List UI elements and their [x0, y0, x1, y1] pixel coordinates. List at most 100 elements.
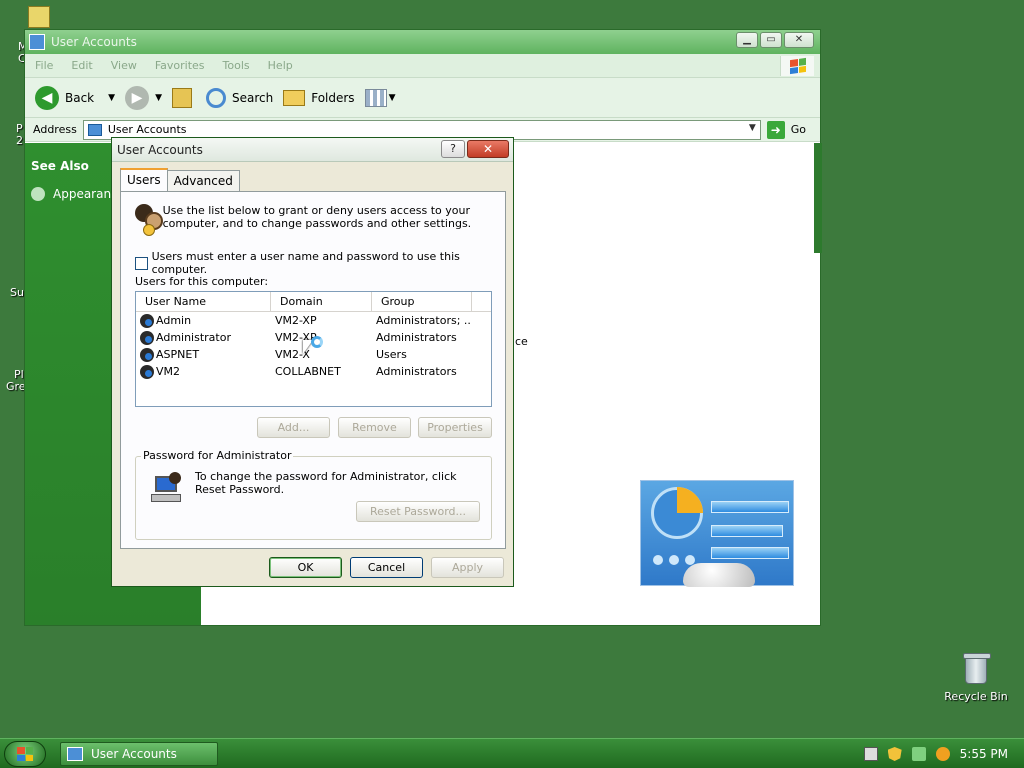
- address-label: Address: [33, 123, 77, 136]
- go-arrow-icon: ➜: [766, 120, 785, 139]
- minimize-button[interactable]: ▁: [736, 32, 758, 48]
- close-button[interactable]: ✕: [784, 32, 814, 48]
- bar-graphic: [711, 501, 789, 513]
- users-keys-icon: [135, 204, 163, 236]
- menu-favorites[interactable]: Favorites: [155, 59, 205, 72]
- require-login-label: Users must enter a user name and passwor…: [151, 250, 460, 276]
- views-dropdown-icon[interactable]: ▼: [389, 93, 396, 103]
- update-icon[interactable]: [935, 747, 950, 761]
- decorative-strip: [814, 143, 822, 253]
- users-tab-panel: Use the list below to grant or deny user…: [120, 191, 506, 549]
- require-login-checkbox[interactable]: Users must enter a user name and passwor…: [135, 250, 505, 276]
- network-icon[interactable]: [911, 747, 926, 761]
- reset-password-button[interactable]: Reset Password...: [356, 501, 480, 522]
- user-group: Administrators; ...: [376, 314, 472, 327]
- tab-advanced[interactable]: Advanced: [166, 170, 240, 192]
- user-accounts-icon: [29, 34, 45, 50]
- dot-graphic: [653, 555, 663, 565]
- windows-logo-icon: [17, 747, 33, 761]
- toolbar: ◀ Back ▼ ▶ ▼ Search Folders ▼: [25, 78, 820, 118]
- dot-graphic: [669, 555, 679, 565]
- password-group-label: Password for Administrator: [141, 449, 294, 462]
- help-button[interactable]: ?: [441, 140, 465, 158]
- address-value: User Accounts: [107, 123, 187, 136]
- add-button[interactable]: Add...: [257, 417, 330, 438]
- system-tray: 5:55 PM: [863, 739, 1024, 768]
- search-label: Search: [231, 90, 274, 105]
- cancel-button[interactable]: Cancel: [350, 557, 423, 578]
- password-text: To change the password for Administrator…: [195, 470, 457, 496]
- windows-logo-icon: [780, 56, 814, 76]
- folders-button[interactable]: Folders: [283, 89, 355, 106]
- views-icon: [364, 88, 387, 107]
- checkbox-box[interactable]: [135, 256, 148, 270]
- back-dropdown-icon[interactable]: ▼: [108, 93, 115, 103]
- user-name: ASPNET: [156, 348, 200, 361]
- go-button[interactable]: ➜ Go: [766, 120, 820, 139]
- remove-button[interactable]: Remove: [338, 417, 411, 438]
- menu-file[interactable]: File: [35, 59, 53, 72]
- go-label: Go: [790, 123, 806, 136]
- search-button[interactable]: Search: [205, 87, 274, 108]
- security-shield-icon[interactable]: [887, 747, 902, 761]
- address-dropdown-icon[interactable]: ▼: [749, 123, 756, 133]
- dialog-title: User Accounts: [117, 142, 203, 157]
- user-domain: VM2-XP: [275, 314, 317, 327]
- recycle-bin[interactable]: Recycle Bin: [944, 653, 1008, 703]
- table-row[interactable]: Admin VM2-XP Administrators; ...: [136, 312, 491, 329]
- menu-help[interactable]: Help: [268, 59, 293, 72]
- intro-text: Use the list below to grant or deny user…: [162, 204, 472, 230]
- users-list-label: Users for this computer:: [135, 275, 269, 288]
- recycle-bin-icon: [963, 653, 991, 684]
- column-header-user-name[interactable]: User Name: [136, 292, 271, 311]
- user-accounts-icon: [67, 747, 83, 761]
- menu-view[interactable]: View: [111, 59, 137, 72]
- properties-button[interactable]: Properties: [418, 417, 492, 438]
- control-panel-artwork: [640, 480, 794, 587]
- user-icon: [140, 313, 154, 328]
- user-icon: [140, 347, 154, 362]
- ok-button[interactable]: OK: [269, 557, 342, 578]
- desktop-label-fragment: Gre: [6, 380, 26, 393]
- table-row[interactable]: VM2 COLLABNET Administrators: [136, 363, 491, 380]
- intro: Use the list below to grant or deny user…: [135, 204, 485, 236]
- user-group: Administrators: [376, 365, 457, 378]
- desktop-icon[interactable]: [28, 6, 50, 28]
- explorer-title: User Accounts: [51, 35, 137, 49]
- column-header-domain[interactable]: Domain: [271, 292, 372, 311]
- user-name: Admin: [156, 314, 192, 327]
- apply-button[interactable]: Apply: [431, 557, 504, 578]
- bar-graphic: [711, 547, 789, 559]
- user-icon: [140, 364, 154, 379]
- menu-tools[interactable]: Tools: [223, 59, 250, 72]
- menu-edit[interactable]: Edit: [71, 59, 92, 72]
- taskbar-item-user-accounts[interactable]: User Accounts: [60, 742, 218, 766]
- column-header-group[interactable]: Group: [372, 292, 472, 311]
- tab-users[interactable]: Users: [120, 168, 168, 192]
- forward-button[interactable]: ▶ ▼: [125, 85, 162, 110]
- forward-dropdown-icon[interactable]: ▼: [155, 93, 162, 103]
- taskbar-item-label: User Accounts: [91, 747, 177, 761]
- maximize-button[interactable]: ▭: [760, 32, 782, 48]
- clock[interactable]: 5:55 PM: [960, 747, 1008, 761]
- explorer-titlebar[interactable]: User Accounts ▁ ▭ ✕: [25, 30, 820, 54]
- folders-label: Folders: [311, 90, 355, 105]
- password-group: [135, 456, 492, 540]
- start-button[interactable]: [4, 741, 46, 767]
- appearance-icon: [31, 187, 45, 201]
- dialog-close-button[interactable]: ✕: [467, 140, 509, 158]
- search-icon: [205, 87, 226, 108]
- listview-header: User Name Domain Group: [136, 292, 491, 312]
- user-name: VM2: [156, 365, 181, 378]
- user-domain: COLLABNET: [275, 365, 341, 378]
- bar-graphic: [711, 525, 783, 537]
- folders-icon: [283, 89, 306, 106]
- back-button[interactable]: ◀ Back ▼: [35, 85, 115, 110]
- up-folder-button[interactable]: [171, 87, 196, 108]
- pie-graphic: [651, 487, 703, 539]
- keyboard-icon[interactable]: [863, 747, 878, 761]
- views-button[interactable]: ▼: [364, 88, 396, 107]
- dialog-titlebar[interactable]: User Accounts ? ✕: [112, 138, 513, 162]
- user-group: Administrators: [376, 331, 457, 344]
- user-domain: VM2-X: [275, 348, 310, 361]
